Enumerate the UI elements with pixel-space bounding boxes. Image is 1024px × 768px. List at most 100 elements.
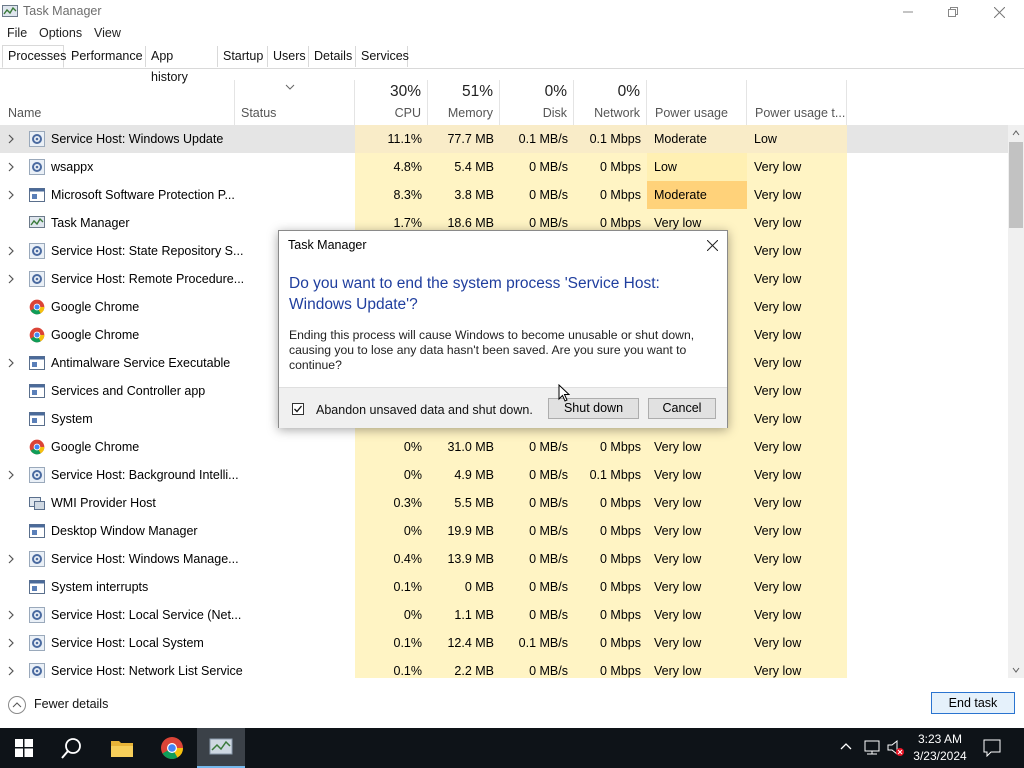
process-row[interactable]: wsappx 4.8% 5.4 MB 0 MB/s 0 Mbps Low Very low: [0, 153, 1008, 181]
power-trend-cell: Very low: [747, 657, 847, 678]
header-status[interactable]: Status: [235, 80, 355, 125]
minimize-icon: [903, 11, 913, 13]
tab-details[interactable]: Details: [309, 46, 356, 67]
tab-performance[interactable]: Performance: [66, 46, 146, 67]
expand-chevron-icon[interactable]: [7, 161, 15, 173]
minimize-button[interactable]: [885, 0, 931, 24]
task-manager-icon: [29, 215, 45, 231]
dialog-title: Task Manager: [288, 238, 367, 252]
fewer-details-link[interactable]: Fewer details: [34, 697, 108, 711]
header-cpu[interactable]: 30% CPU: [355, 80, 428, 125]
process-row[interactable]: Service Host: Background Intelli... 0% 4.9…: [0, 461, 1008, 489]
header-disk[interactable]: 0% Disk: [500, 80, 574, 125]
expand-chevron-icon[interactable]: [7, 553, 15, 565]
header-name[interactable]: Name: [0, 80, 235, 125]
memory-cell: 1.1 MB: [428, 601, 500, 629]
start-button[interactable]: [0, 728, 48, 768]
power-trend-cell: Very low: [747, 293, 847, 321]
close-button[interactable]: [976, 0, 1022, 24]
restore-button[interactable]: [930, 0, 976, 24]
mouse-cursor-icon: [558, 384, 570, 402]
chrome-taskbar-button[interactable]: [148, 728, 196, 768]
cpu-cell: 0%: [355, 433, 428, 461]
process-row[interactable]: System interrupts 0.1% 0 MB 0 MB/s 0 Mbps Ver…: [0, 573, 1008, 601]
tab-users[interactable]: Users: [268, 46, 309, 67]
scroll-up-icon[interactable]: [1012, 130, 1020, 136]
cpu-cell: 0%: [355, 517, 428, 545]
power-usage-cell: Very low: [647, 657, 747, 678]
memory-cell: 5.4 MB: [428, 153, 500, 181]
dialog-close-button[interactable]: [703, 236, 721, 254]
disk-cell: 0 MB/s: [500, 601, 574, 629]
expand-chevron-icon[interactable]: [7, 245, 15, 257]
expand-chevron-icon[interactable]: [7, 273, 15, 285]
abandon-data-label[interactable]: Abandon unsaved data and shut down.: [316, 403, 533, 417]
scroll-down-icon[interactable]: [1012, 667, 1020, 673]
process-name: Service Host: Local Service (Net...: [51, 608, 242, 622]
scroll-thumb[interactable]: [1009, 142, 1023, 228]
power-trend-cell: Very low: [747, 405, 847, 433]
process-row[interactable]: Service Host: Windows Manage... 0.4% 13.9 …: [0, 545, 1008, 573]
expand-chevron-icon[interactable]: [7, 609, 15, 621]
expand-chevron-icon[interactable]: [7, 189, 15, 201]
chrome-icon: [29, 327, 45, 343]
network-cell: 0 Mbps: [574, 657, 647, 678]
power-trend-cell: Very low: [747, 573, 847, 601]
process-row[interactable]: Service Host: Network List Service 0.1% 2.…: [0, 657, 1008, 678]
expand-chevron-icon[interactable]: [7, 469, 15, 481]
process-row[interactable]: Microsoft Software Protection P... 8.3% 3.…: [0, 181, 1008, 209]
disk-cell: 0.1 MB/s: [500, 629, 574, 657]
disk-cell: 0 MB/s: [500, 517, 574, 545]
power-trend-cell: Very low: [747, 629, 847, 657]
process-row[interactable]: Service Host: Local System 0.1% 12.4 MB 0.1…: [0, 629, 1008, 657]
file-explorer-button[interactable]: [98, 728, 146, 768]
power-usage-cell: Very low: [647, 545, 747, 573]
process-row[interactable]: WMI Provider Host 0.3% 5.5 MB 0 MB/s 0 Mbps V…: [0, 489, 1008, 517]
header-network[interactable]: 0% Network: [574, 80, 647, 125]
dialog-message: Ending this process will cause Windows t…: [289, 328, 695, 372]
network-cell: 0 Mbps: [574, 153, 647, 181]
column-header: Name Status 30% CPU 51% Memory 0% Disk 0…: [0, 80, 1024, 126]
header-memory[interactable]: 51% Memory: [428, 80, 500, 125]
task-manager-taskbar-button[interactable]: [197, 728, 245, 768]
process-row[interactable]: Desktop Window Manager 0% 19.9 MB 0 MB/s 0 M…: [0, 517, 1008, 545]
header-power-usage-trend[interactable]: Power usage t...: [747, 80, 847, 125]
tab-startup[interactable]: Startup: [218, 46, 268, 67]
header-power-usage[interactable]: Power usage: [647, 80, 747, 125]
process-row[interactable]: Google Chrome 0% 31.0 MB 0 MB/s 0 Mbps Very l…: [0, 433, 1008, 461]
tab-processes[interactable]: Processes: [2, 45, 66, 68]
expand-chevron-icon[interactable]: [7, 357, 15, 369]
tab-app-history[interactable]: App history: [146, 46, 218, 84]
power-trend-cell: Very low: [747, 181, 847, 209]
expand-chevron-icon[interactable]: [7, 665, 15, 677]
vertical-scrollbar[interactable]: [1008, 125, 1024, 678]
end-task-button[interactable]: End task: [931, 692, 1015, 714]
process-row[interactable]: Service Host: Local Service (Net... 0% 1.1…: [0, 601, 1008, 629]
show-hidden-icons-icon[interactable]: [840, 742, 852, 750]
disk-cell: 0 MB/s: [500, 433, 574, 461]
expand-chevron-icon[interactable]: [7, 133, 15, 145]
network-cell: 0.1 Mbps: [574, 125, 647, 153]
window-title: Task Manager: [23, 4, 102, 18]
network-icon[interactable]: [863, 740, 881, 756]
action-center-icon[interactable]: [983, 739, 1001, 757]
menu-view[interactable]: View: [94, 26, 121, 40]
expand-chevron-icon[interactable]: [7, 637, 15, 649]
power-usage-cell: Very low: [647, 461, 747, 489]
collapse-up-icon[interactable]: [7, 695, 27, 715]
disk-cell: 0 MB/s: [500, 657, 574, 678]
volume-muted-icon[interactable]: [886, 739, 906, 757]
process-row[interactable]: Service Host: Windows Update 11.1% 77.7 MB…: [0, 125, 1008, 153]
clock-time[interactable]: 3:23 AM: [910, 732, 970, 746]
menu-file[interactable]: File: [7, 26, 27, 40]
tab-services[interactable]: Services: [356, 46, 409, 67]
network-cell: 0.1 Mbps: [574, 461, 647, 489]
search-button[interactable]: [48, 728, 96, 768]
memory-cell: 12.4 MB: [428, 629, 500, 657]
process-name: Service Host: Windows Update: [51, 132, 224, 146]
clock-date[interactable]: 3/23/2024: [908, 749, 972, 763]
cancel-button[interactable]: Cancel: [648, 398, 716, 419]
power-usage-cell: Very low: [647, 517, 747, 545]
menu-options[interactable]: Options: [39, 26, 82, 40]
abandon-data-checkbox[interactable]: [292, 403, 304, 415]
